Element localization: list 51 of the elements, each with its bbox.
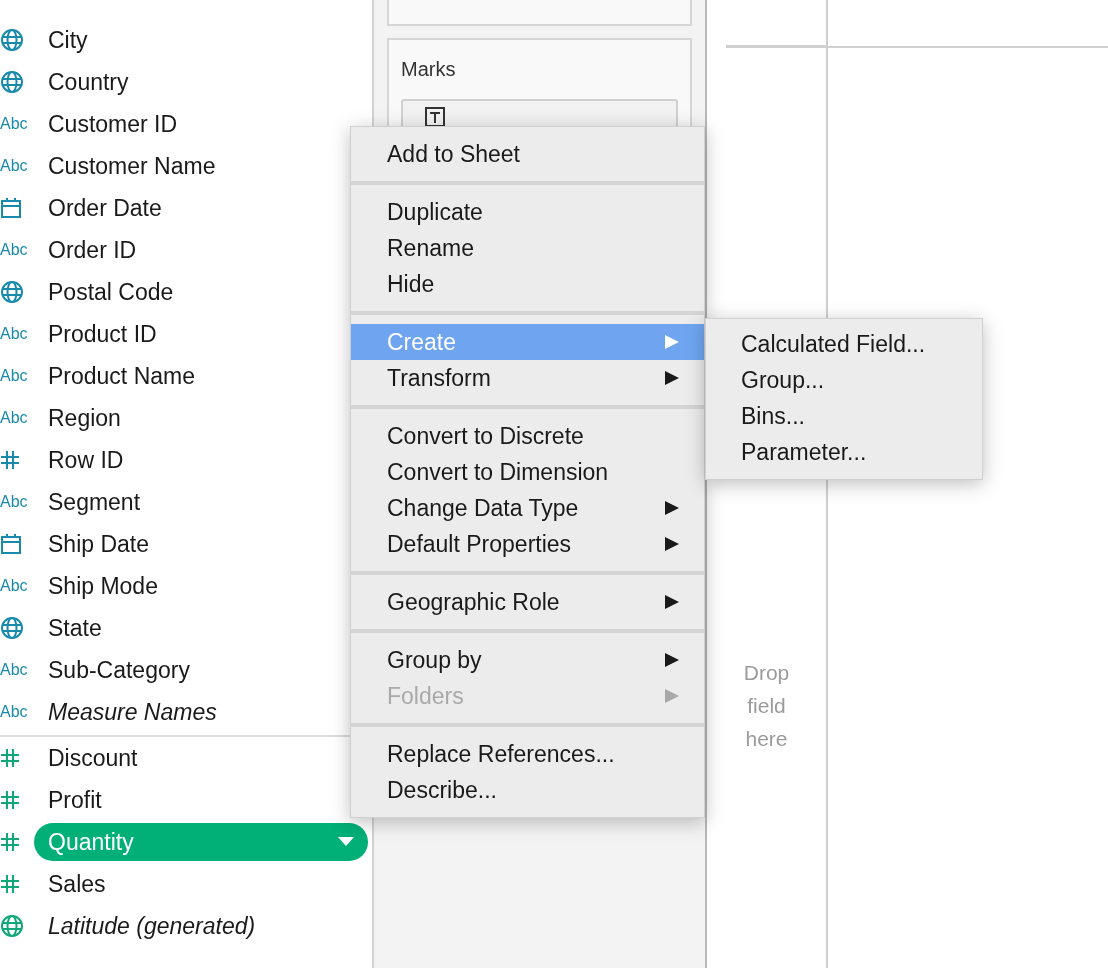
field-name[interactable]: State	[48, 614, 102, 642]
string-type-icon: Abc	[0, 577, 28, 595]
field-name[interactable]: Country	[48, 68, 129, 96]
string-type-icon: Abc	[0, 661, 28, 679]
menu-item[interactable]: Bins...	[706, 398, 982, 434]
field-name[interactable]: Segment	[48, 488, 141, 516]
menu-item[interactable]: Convert to Dimension	[351, 454, 704, 490]
string-type-icon: Abc	[0, 409, 28, 427]
field-name[interactable]: Customer ID	[48, 110, 178, 138]
field-name[interactable]: Postal Code	[48, 278, 174, 306]
menu-item[interactable]: Hide	[351, 266, 704, 302]
field-name[interactable]: Product Name	[48, 362, 195, 390]
menu-item[interactable]: Add to Sheet	[351, 136, 704, 172]
string-type-icon: Abc	[0, 157, 28, 175]
menu-item[interactable]: Group...	[706, 362, 982, 398]
field-name[interactable]: Row ID	[48, 446, 124, 474]
text-mark-icon	[425, 107, 445, 127]
menu-item[interactable]: Change Data Type	[351, 490, 704, 526]
menu-item[interactable]: Default Properties	[351, 526, 704, 562]
menu-item[interactable]: Duplicate	[351, 194, 704, 230]
string-type-icon: Abc	[0, 325, 28, 343]
string-type-icon: Abc	[0, 115, 28, 133]
string-type-icon: Abc	[0, 703, 28, 721]
field-name[interactable]: Ship Date	[48, 530, 149, 558]
field-name[interactable]: Discount	[48, 744, 138, 772]
field-name[interactable]: Measure Names	[48, 698, 217, 726]
field-name[interactable]: City	[48, 26, 88, 54]
field-name[interactable]: Product ID	[48, 320, 157, 348]
field-name[interactable]: Profit	[48, 786, 102, 814]
menu-item[interactable]: Group by	[351, 642, 704, 678]
caret-icon	[338, 837, 354, 847]
field-name[interactable]: Region	[48, 404, 121, 432]
menu-item[interactable]: Describe...	[351, 772, 704, 808]
marks-title: Marks	[401, 58, 457, 81]
menu-item[interactable]: Replace References...	[351, 736, 704, 772]
menu-item[interactable]: Transform	[351, 360, 704, 396]
menu-item[interactable]: Geographic Role	[351, 584, 704, 620]
string-type-icon: Abc	[0, 367, 28, 385]
menu-item[interactable]: Rename	[351, 230, 704, 266]
menu-item[interactable]: Convert to Discrete	[351, 418, 704, 454]
field-name[interactable]: Order ID	[48, 236, 137, 264]
menu-item[interactable]: Calculated Field...	[706, 326, 982, 362]
string-type-icon: Abc	[0, 241, 28, 259]
field-name[interactable]: Sales	[48, 870, 106, 898]
field-name[interactable]: Latitude (generated)	[48, 912, 256, 940]
menu-item[interactable]: Parameter...	[706, 434, 982, 470]
field-name[interactable]: Customer Name	[48, 152, 216, 180]
string-type-icon: Abc	[0, 493, 28, 511]
field-name[interactable]: Sub-Category	[48, 656, 190, 684]
field-name[interactable]: Order Date	[48, 194, 162, 222]
field-name[interactable]: Ship Mode	[48, 572, 158, 600]
